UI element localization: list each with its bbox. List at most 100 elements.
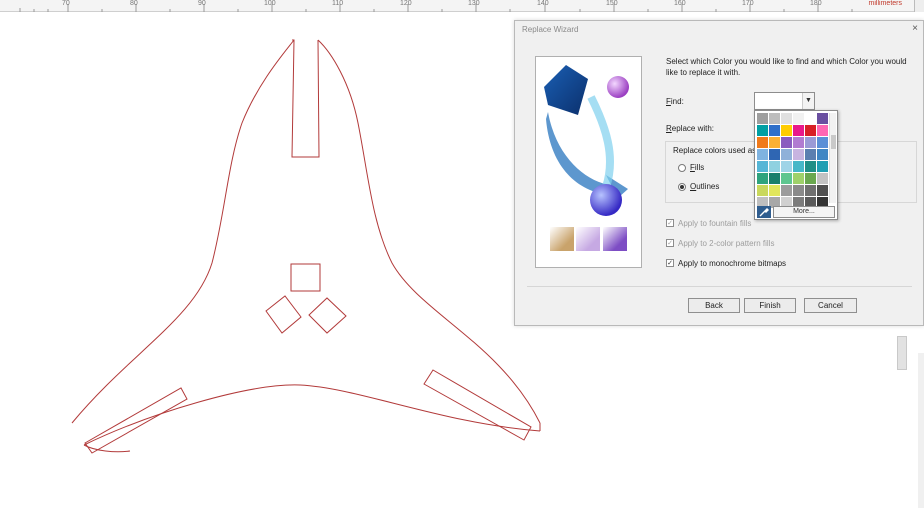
- ruler-label: 90: [198, 0, 206, 7]
- color-swatch[interactable]: [793, 185, 804, 196]
- instruction-text: Select which Color you would like to fin…: [666, 57, 907, 77]
- color-swatch[interactable]: [793, 173, 804, 184]
- color-swatch[interactable]: [757, 161, 768, 172]
- blue-ball: [590, 184, 622, 216]
- color-swatch[interactable]: [793, 125, 804, 136]
- color-swatch[interactable]: [805, 173, 816, 184]
- color-swatch[interactable]: [769, 161, 780, 172]
- color-swatch[interactable]: [769, 125, 780, 136]
- color-swatch[interactable]: [817, 161, 828, 172]
- color-swatch[interactable]: [757, 149, 768, 160]
- outlines-radio-label[interactable]: Outlines: [690, 182, 719, 191]
- ruler-label: 120: [400, 0, 412, 7]
- color-swatch[interactable]: [757, 113, 768, 124]
- color-swatch[interactable]: [769, 149, 780, 160]
- ruler-label: 130: [468, 0, 480, 7]
- ruler-corner[interactable]: [914, 0, 924, 12]
- color-swatch[interactable]: [817, 137, 828, 148]
- eyedropper-icon[interactable]: [757, 206, 771, 218]
- left-slot: [84, 387, 188, 454]
- color-swatch[interactable]: [757, 137, 768, 148]
- color-swatch[interactable]: [781, 185, 792, 196]
- color-swatch[interactable]: [805, 149, 816, 160]
- color-swatch[interactable]: [805, 137, 816, 148]
- apply-mono-checkbox[interactable]: ✓: [666, 259, 674, 267]
- fills-radio-label[interactable]: Fills: [690, 163, 704, 172]
- ruler-label: 180: [810, 0, 822, 7]
- center-square: [290, 263, 321, 292]
- color-swatch[interactable]: [805, 185, 816, 196]
- color-swatch[interactable]: [793, 149, 804, 160]
- ruler-label: 100: [264, 0, 276, 7]
- outer-outline: [71, 39, 541, 453]
- color-replace-illustration: [544, 65, 629, 216]
- color-swatch[interactable]: [781, 173, 792, 184]
- outlines-text: utlines: [696, 182, 720, 191]
- palette-scrollbar[interactable]: [829, 113, 836, 203]
- color-swatch[interactable]: [757, 125, 768, 136]
- ruler-label: 140: [537, 0, 549, 7]
- apply-mono-label[interactable]: Apply to monochrome bitmaps: [678, 259, 786, 268]
- replace-wizard-dialog: Replace Wizard × Select which Color you …: [514, 20, 924, 326]
- purple-ball: [607, 76, 629, 98]
- ruler-label: 80: [130, 0, 138, 7]
- color-swatch[interactable]: [769, 137, 780, 148]
- color-swatch[interactable]: [769, 185, 780, 196]
- color-swatch[interactable]: [817, 125, 828, 136]
- color-swatch[interactable]: [817, 173, 828, 184]
- replace-colors-used-as-label: Replace colors used as: [671, 146, 759, 155]
- color-swatch[interactable]: [805, 161, 816, 172]
- fills-radio[interactable]: [678, 164, 686, 172]
- replace-label-text: eplace with:: [671, 124, 715, 133]
- apply-two-color-label[interactable]: Apply to 2-color pattern fills: [678, 239, 775, 248]
- color-swatch[interactable]: [781, 125, 792, 136]
- right-slot: [423, 369, 532, 441]
- color-swatch[interactable]: [757, 173, 768, 184]
- arrow-highlight: [587, 95, 615, 189]
- chevron-down-icon[interactable]: ▼: [802, 93, 814, 109]
- color-swatch[interactable]: [817, 113, 828, 124]
- color-swatch[interactable]: [769, 173, 780, 184]
- ruler-label: 70: [62, 0, 70, 7]
- color-swatch[interactable]: [781, 137, 792, 148]
- finish-button[interactable]: Finish: [744, 298, 796, 313]
- palette-scroll-thumb[interactable]: [831, 135, 836, 149]
- right-tilted-square: [308, 297, 347, 334]
- color-swatch[interactable]: [793, 113, 804, 124]
- color-swatch[interactable]: [805, 113, 816, 124]
- ruler-label: 110: [332, 0, 344, 7]
- color-swatch[interactable]: [805, 125, 816, 136]
- apply-fountain-checkbox[interactable]: ✓: [666, 219, 674, 227]
- find-label: Find:: [666, 97, 684, 106]
- color-swatch[interactable]: [781, 149, 792, 160]
- color-swatch[interactable]: [793, 137, 804, 148]
- ruler-label: 170: [742, 0, 754, 7]
- top-slot: [291, 39, 320, 158]
- color-swatch[interactable]: [817, 149, 828, 160]
- back-button[interactable]: Back: [688, 298, 740, 313]
- outlines-radio[interactable]: [678, 183, 686, 191]
- find-color-dropdown[interactable]: ▼: [754, 92, 815, 110]
- more-colors-button[interactable]: More...: [773, 206, 835, 218]
- color-swatch[interactable]: [769, 113, 780, 124]
- replace-with-label: Replace with:: [666, 124, 714, 133]
- color-swatch-grid[interactable]: [757, 113, 829, 208]
- close-icon[interactable]: ×: [909, 23, 921, 35]
- ruler-ticks: [19, 4, 853, 12]
- blue-cube: [544, 65, 588, 115]
- vertical-scrollbar-thumb[interactable]: [897, 336, 907, 370]
- apply-fountain-label[interactable]: Apply to fountain fills: [678, 219, 751, 228]
- wizard-illustration: [535, 56, 642, 268]
- ruler-label: 150: [606, 0, 618, 7]
- color-swatch[interactable]: [781, 161, 792, 172]
- horizontal-ruler: 70 80 90 100 110 120 130 140 150 160 170…: [0, 0, 924, 12]
- cancel-button[interactable]: Cancel: [804, 298, 857, 313]
- color-swatch[interactable]: [757, 185, 768, 196]
- color-swatch[interactable]: [781, 113, 792, 124]
- fills-text: ills: [694, 163, 705, 172]
- color-swatch[interactable]: [817, 185, 828, 196]
- color-palette-popup: More...: [754, 110, 838, 220]
- apply-two-color-checkbox[interactable]: ✓: [666, 239, 674, 247]
- color-swatch[interactable]: [793, 161, 804, 172]
- vertical-scrollbar-track[interactable]: [918, 353, 924, 508]
